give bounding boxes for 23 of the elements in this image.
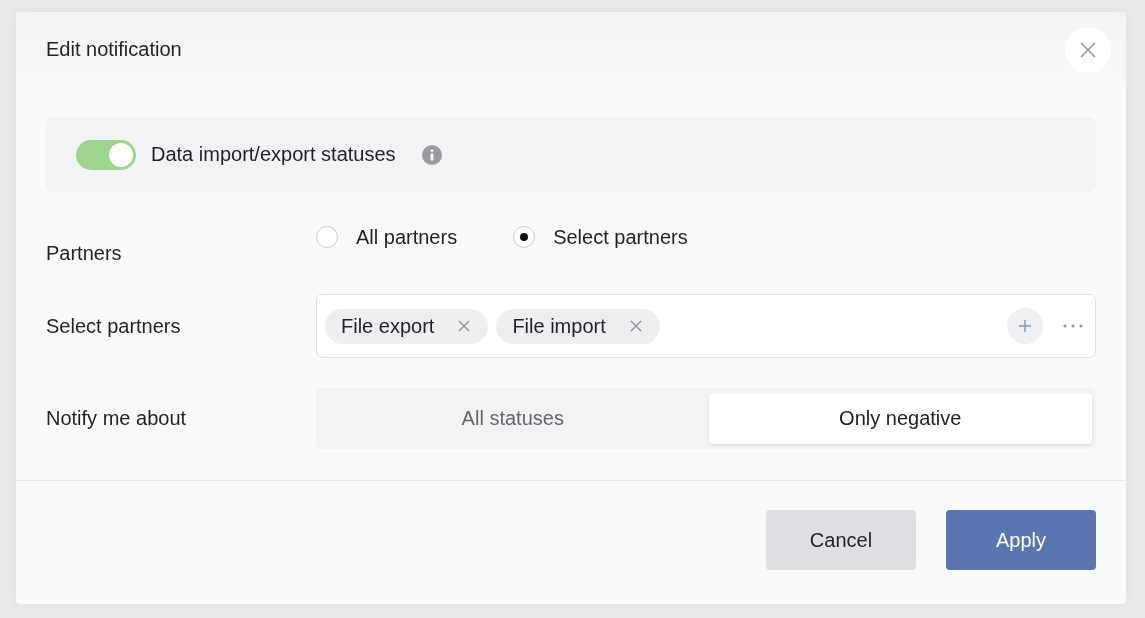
dialog-title: Edit notification	[46, 38, 182, 61]
add-button[interactable]	[1007, 308, 1043, 344]
tag-label: File export	[341, 314, 435, 338]
close-button[interactable]	[1065, 26, 1111, 73]
select-partners-label: Select partners	[46, 314, 181, 338]
tag-input-field[interactable]: File export File import	[316, 294, 1096, 358]
cancel-button[interactable]: Cancel	[766, 510, 916, 570]
toggle-switch[interactable]	[76, 139, 136, 170]
remove-icon[interactable]	[458, 320, 471, 332]
partners-label: Partners	[46, 242, 122, 265]
ellipsis-icon[interactable]	[1063, 324, 1083, 328]
segment-option[interactable]: All statuses	[321, 393, 705, 444]
plus-icon	[1019, 320, 1031, 332]
apply-button[interactable]: Apply	[946, 510, 1096, 570]
notification-label: Data import/export statuses	[151, 143, 396, 166]
notify-label: Notify me about	[46, 407, 187, 430]
radio-option[interactable]: All partners	[316, 226, 458, 248]
tag-label: File import	[512, 314, 606, 338]
close-icon	[1080, 41, 1096, 58]
segment-option[interactable]: Only negative	[708, 393, 1092, 444]
remove-icon[interactable]	[629, 320, 642, 332]
radio-option[interactable]: Select partners	[513, 226, 688, 248]
info-icon[interactable]	[421, 144, 442, 165]
